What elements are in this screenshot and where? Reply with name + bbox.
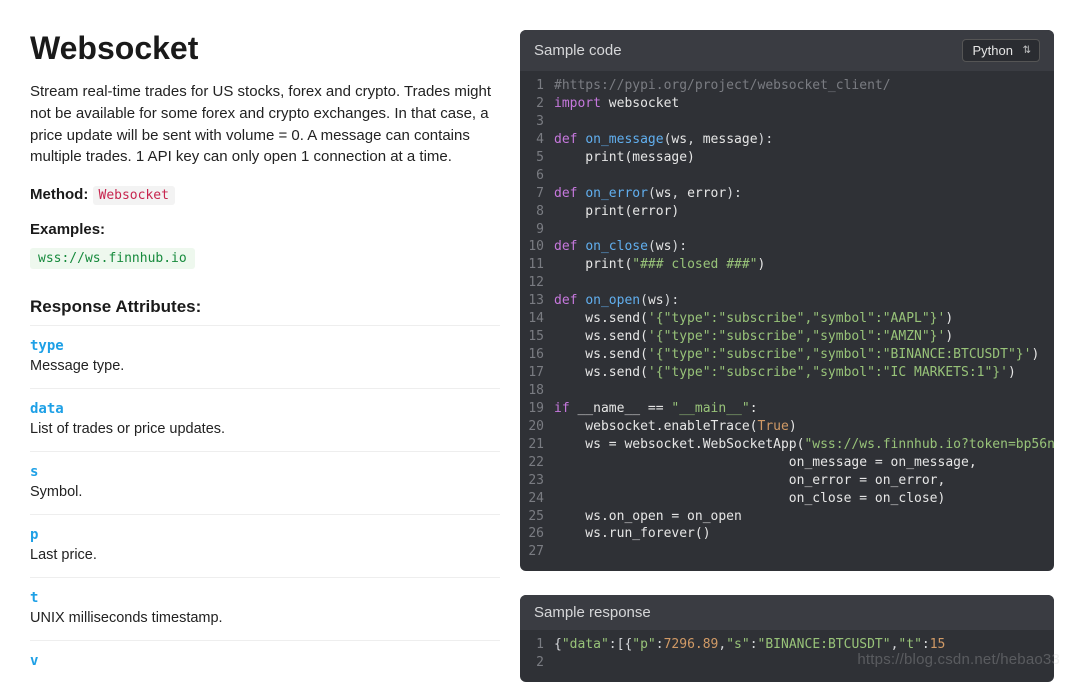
attr-desc: Last price. xyxy=(30,547,500,563)
sample-code-panel: Sample code Python ⇅ 1#https://pypi.org/… xyxy=(520,30,1054,571)
attr-row: p Last price. xyxy=(30,514,500,577)
attr-row: data List of trades or price updates. xyxy=(30,388,500,451)
method-label: Method: xyxy=(30,186,88,203)
page-title: Websocket xyxy=(30,30,500,67)
description: Stream real-time trades for US stocks, f… xyxy=(30,81,500,168)
attr-desc: Symbol. xyxy=(30,484,500,500)
panel-header: Sample response xyxy=(520,595,1054,630)
attr-desc: List of trades or price updates. xyxy=(30,421,500,437)
sample-response-panel: Sample response 1{"data":[{"p":7296.89,"… xyxy=(520,595,1054,682)
attr-desc: UNIX milliseconds timestamp. xyxy=(30,610,500,626)
attr-row: s Symbol. xyxy=(30,451,500,514)
examples-label: Examples: xyxy=(30,221,500,238)
sample-response-title: Sample response xyxy=(534,604,651,621)
attr-name: p xyxy=(30,527,500,543)
attr-row: t UNIX milliseconds timestamp. xyxy=(30,577,500,640)
code-column: Sample code Python ⇅ 1#https://pypi.org/… xyxy=(520,0,1078,688)
example-url[interactable]: wss://ws.finnhub.io xyxy=(30,248,195,269)
attr-desc: Message type. xyxy=(30,358,500,374)
method-pill: Websocket xyxy=(93,186,175,205)
code-body[interactable]: 1{"data":[{"p":7296.89,"s":"BINANCE:BTCU… xyxy=(520,630,1054,682)
doc-column: Websocket Stream real-time trades for US… xyxy=(0,0,520,688)
attr-row: v xyxy=(30,640,500,687)
attr-name: v xyxy=(30,653,500,669)
attr-name: s xyxy=(30,464,500,480)
method-row: Method: Websocket xyxy=(30,186,500,205)
code-body[interactable]: 1#https://pypi.org/project/websocket_cli… xyxy=(520,71,1054,571)
language-select[interactable]: Python ⇅ xyxy=(962,39,1040,62)
chevron-updown-icon: ⇅ xyxy=(1023,45,1031,56)
response-attrs-label: Response Attributes: xyxy=(30,297,500,317)
attr-name: t xyxy=(30,590,500,606)
attr-name: type xyxy=(30,338,500,354)
attr-row: type Message type. xyxy=(30,325,500,388)
language-value: Python xyxy=(973,43,1013,58)
response-attrs-list: type Message type. data List of trades or p… xyxy=(30,325,500,687)
sample-code-title: Sample code xyxy=(534,42,622,59)
attr-name: data xyxy=(30,401,500,417)
panel-header: Sample code Python ⇅ xyxy=(520,30,1054,71)
